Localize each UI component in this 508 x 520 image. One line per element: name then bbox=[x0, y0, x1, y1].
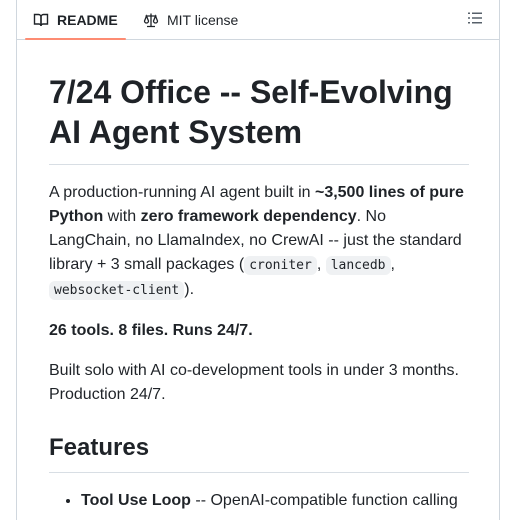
intro-text-1: A production-running AI agent built in bbox=[49, 184, 315, 201]
list-item: Tool Use Loop -- OpenAI-compatible funct… bbox=[81, 489, 469, 513]
intro-sep-2: , bbox=[390, 256, 395, 273]
intro-bold-zero-deps: zero framework dependency bbox=[140, 208, 357, 225]
code-websocket-client: websocket-client bbox=[49, 281, 185, 300]
features-list: Tool Use Loop -- OpenAI-compatible funct… bbox=[49, 489, 469, 513]
intro-sep-1: , bbox=[316, 256, 326, 273]
list-unordered-icon bbox=[467, 12, 483, 30]
readme-content: 7/24 Office -- Self-Evolving AI Agent Sy… bbox=[49, 72, 469, 513]
features-heading: Features bbox=[49, 433, 469, 473]
file-tabs: README MIT license bbox=[17, 0, 499, 40]
code-lancedb: lancedb bbox=[325, 256, 391, 275]
feature-desc: -- OpenAI-compatible function calling bbox=[190, 492, 458, 509]
law-scale-icon bbox=[143, 12, 159, 28]
intro-text-4: ). bbox=[184, 281, 195, 298]
intro-text-2: with bbox=[103, 208, 141, 225]
readme-panel: README MIT license 7/24 Office -- Self-E… bbox=[16, 0, 500, 520]
tab-license[interactable]: MIT license bbox=[143, 0, 238, 40]
outline-button[interactable] bbox=[467, 10, 483, 26]
tab-readme-label: README bbox=[57, 12, 118, 28]
code-croniter: croniter bbox=[244, 256, 317, 275]
feature-name: Tool Use Loop bbox=[81, 492, 191, 509]
book-icon bbox=[33, 12, 49, 28]
active-tab-indicator bbox=[25, 38, 126, 40]
tab-license-label: MIT license bbox=[167, 12, 239, 28]
intro-paragraph: A production-running AI agent built in ~… bbox=[49, 181, 469, 303]
summary-paragraph: 26 tools. 8 files. Runs 24/7. bbox=[49, 319, 469, 343]
tab-readme[interactable]: README bbox=[33, 0, 118, 40]
summary-text: 26 tools. 8 files. Runs 24/7. bbox=[49, 322, 253, 339]
built-paragraph: Built solo with AI co-development tools … bbox=[49, 362, 459, 403]
page-title: 7/24 Office -- Self-Evolving AI Agent Sy… bbox=[49, 72, 469, 165]
